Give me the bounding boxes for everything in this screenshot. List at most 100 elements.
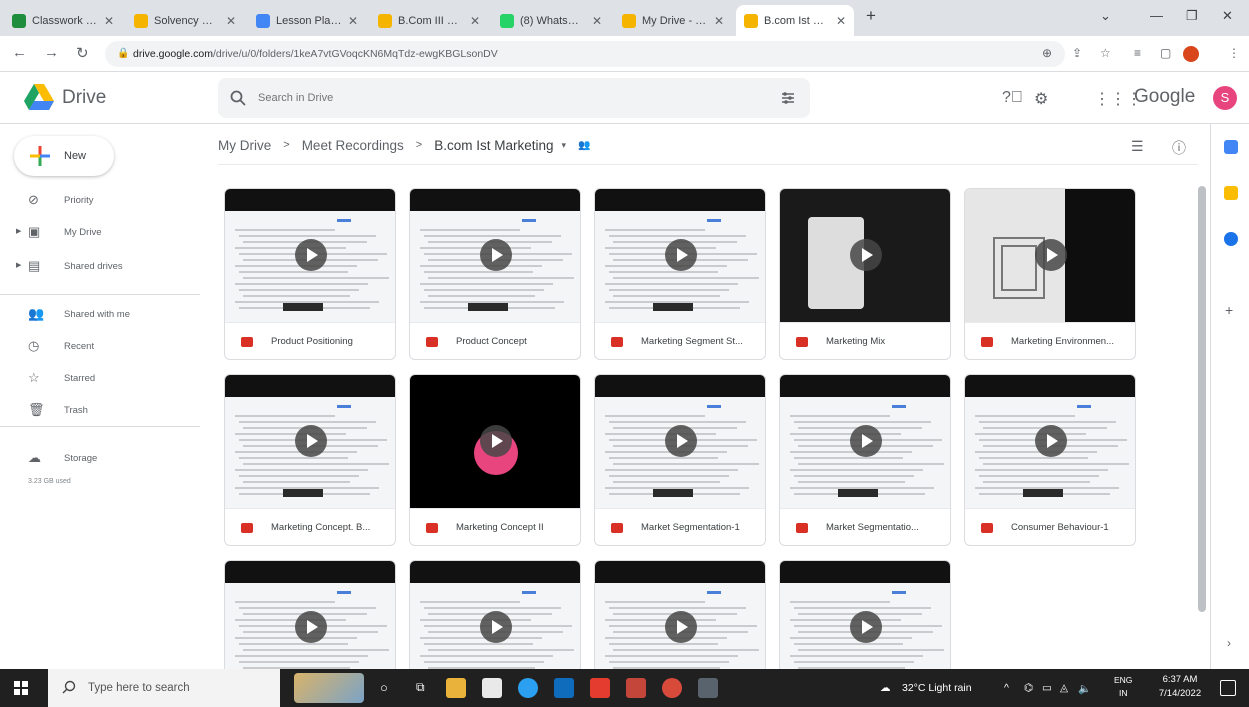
windows-start-icon[interactable] <box>14 681 28 695</box>
video-thumbnail[interactable] <box>595 189 765 322</box>
news-widget-image[interactable] <box>294 673 364 703</box>
avatar[interactable]: S <box>1213 86 1237 110</box>
wifi-icon[interactable]: ◬ <box>1060 682 1068 694</box>
video-thumbnail[interactable] <box>595 375 765 508</box>
bookmark-star-icon[interactable]: ☆ <box>1100 46 1111 60</box>
weather-text[interactable]: 32°C Light rain <box>902 682 972 694</box>
drive-logo-icon[interactable] <box>24 84 54 110</box>
tab-close-icon[interactable]: ✕ <box>592 14 602 28</box>
video-thumbnail[interactable] <box>225 561 395 669</box>
notification-icon[interactable] <box>1220 680 1236 696</box>
new-tab-button[interactable]: + <box>866 6 876 26</box>
play-icon[interactable] <box>1035 239 1067 271</box>
sidebar-item-recent[interactable]: ◷ Recent <box>0 332 200 360</box>
video-thumbnail[interactable] <box>225 375 395 508</box>
side-panel-icon[interactable]: ▢ <box>1160 46 1171 60</box>
help-icon[interactable]: ?⃝ <box>1002 89 1023 107</box>
scrollbar[interactable] <box>1198 186 1206 612</box>
chevron-up-icon[interactable]: ^ <box>1004 682 1009 694</box>
browser-tab[interactable]: B.com Ist Marke ✕ <box>736 5 854 36</box>
add-addon-icon[interactable]: + <box>1225 302 1233 318</box>
sidebar-item-storage[interactable]: ☁ Storage <box>0 444 200 472</box>
keep-icon[interactable] <box>1224 186 1238 200</box>
info-icon[interactable]: ⓘ <box>1172 138 1186 158</box>
browser-tab[interactable]: Lesson Plan Me ✕ <box>248 5 366 36</box>
file-card[interactable] <box>224 560 396 669</box>
video-thumbnail[interactable] <box>595 561 765 669</box>
store-icon[interactable] <box>482 678 502 698</box>
tab-close-icon[interactable]: ✕ <box>714 14 724 28</box>
file-card[interactable]: Market Segmentation-1 <box>594 374 766 546</box>
play-icon[interactable] <box>665 239 697 271</box>
file-card[interactable]: Market Segmentatio... <box>779 374 951 546</box>
video-thumbnail[interactable] <box>780 375 950 508</box>
browser-tab[interactable]: Classwork for B. ✕ <box>4 5 122 36</box>
play-icon[interactable] <box>480 425 512 457</box>
browser-tab[interactable]: My Drive - Goo ✕ <box>614 5 732 36</box>
file-card[interactable]: Marketing Concept. B... <box>224 374 396 546</box>
play-icon[interactable] <box>480 611 512 643</box>
breadcrumb-current-folder[interactable]: B.com Ist Marketing <box>434 138 553 153</box>
play-icon[interactable] <box>850 425 882 457</box>
browser-tab[interactable]: (8) WhatsApp ✕ <box>492 5 610 36</box>
chevron-down-icon[interactable]: ▾ <box>561 140 566 151</box>
settings-gear-icon[interactable]: ⚙ <box>1034 89 1048 109</box>
tab-close-icon[interactable]: ✕ <box>104 14 114 28</box>
tab-close-icon[interactable]: ✕ <box>836 14 846 28</box>
battery-icon[interactable]: ▭ <box>1042 682 1052 694</box>
search-icon[interactable] <box>230 90 246 106</box>
edge-icon[interactable] <box>518 678 538 698</box>
search-options-icon[interactable] <box>780 90 796 106</box>
play-icon[interactable] <box>295 425 327 457</box>
profile-icon[interactable] <box>1183 46 1199 62</box>
chevron-right-icon[interactable]: › <box>1227 636 1231 650</box>
play-icon[interactable] <box>1035 425 1067 457</box>
forward-icon[interactable]: → <box>44 44 59 61</box>
sidebar-item-trash[interactable]: 🗑 Trash <box>0 396 200 424</box>
app-icon[interactable] <box>698 678 718 698</box>
tasks-icon[interactable] <box>1224 232 1238 246</box>
file-explorer-icon[interactable] <box>446 678 466 698</box>
expand-arrow-icon[interactable]: ▶ <box>16 227 21 235</box>
video-thumbnail[interactable] <box>965 189 1135 322</box>
chrome-icon[interactable] <box>662 678 682 698</box>
new-button[interactable]: New <box>14 136 114 176</box>
minimize-icon[interactable]: — <box>1150 8 1163 23</box>
tab-close-icon[interactable]: ✕ <box>470 14 480 28</box>
video-thumbnail[interactable] <box>780 189 950 322</box>
video-thumbnail[interactable] <box>410 375 580 508</box>
address-bar[interactable]: 🔒 drive.google.com/drive/u/0/folders/1ke… <box>105 41 1065 67</box>
video-thumbnail[interactable] <box>410 561 580 669</box>
sidebar-item-shared-drives[interactable]: ▶ ▤ Shared drives <box>0 252 200 280</box>
clock[interactable]: 6:37 AM 7/14/2022 <box>1152 673 1208 701</box>
play-icon[interactable] <box>850 611 882 643</box>
file-card[interactable] <box>594 560 766 669</box>
task-view-icon[interactable]: ⧉ <box>416 680 425 695</box>
expand-arrow-icon[interactable]: ▶ <box>16 261 21 269</box>
video-thumbnail[interactable] <box>965 375 1135 508</box>
play-icon[interactable] <box>480 239 512 271</box>
search-input[interactable] <box>258 78 758 118</box>
tab-search-icon[interactable]: ⌄ <box>1100 8 1111 24</box>
play-icon[interactable] <box>665 425 697 457</box>
sidebar-item-my-drive[interactable]: ▶ ▣ My Drive <box>0 218 200 246</box>
language-indicator[interactable]: ENG IN <box>1114 674 1132 700</box>
play-icon[interactable] <box>665 611 697 643</box>
video-thumbnail[interactable] <box>410 189 580 322</box>
network-icon[interactable]: ⌬ <box>1024 682 1033 694</box>
lock-icon[interactable]: 🔒 <box>117 41 129 67</box>
video-thumbnail[interactable] <box>780 561 950 669</box>
play-icon[interactable] <box>850 239 882 271</box>
file-card[interactable]: Marketing Concept II <box>409 374 581 546</box>
file-card[interactable]: Consumer Behaviour-1 <box>964 374 1136 546</box>
drive-logo-text[interactable]: Drive <box>62 87 106 109</box>
tab-close-icon[interactable]: ✕ <box>348 14 358 28</box>
sidebar-item-starred[interactable]: ☆ Starred <box>0 364 200 392</box>
tab-close-icon[interactable]: ✕ <box>226 14 236 28</box>
video-thumbnail[interactable] <box>225 189 395 322</box>
app-icon[interactable] <box>626 678 646 698</box>
file-card[interactable]: Product Positioning <box>224 188 396 360</box>
list-view-icon[interactable]: ☰ <box>1131 138 1144 155</box>
volume-icon[interactable]: 🔈 <box>1078 682 1091 695</box>
play-icon[interactable] <box>295 239 327 271</box>
